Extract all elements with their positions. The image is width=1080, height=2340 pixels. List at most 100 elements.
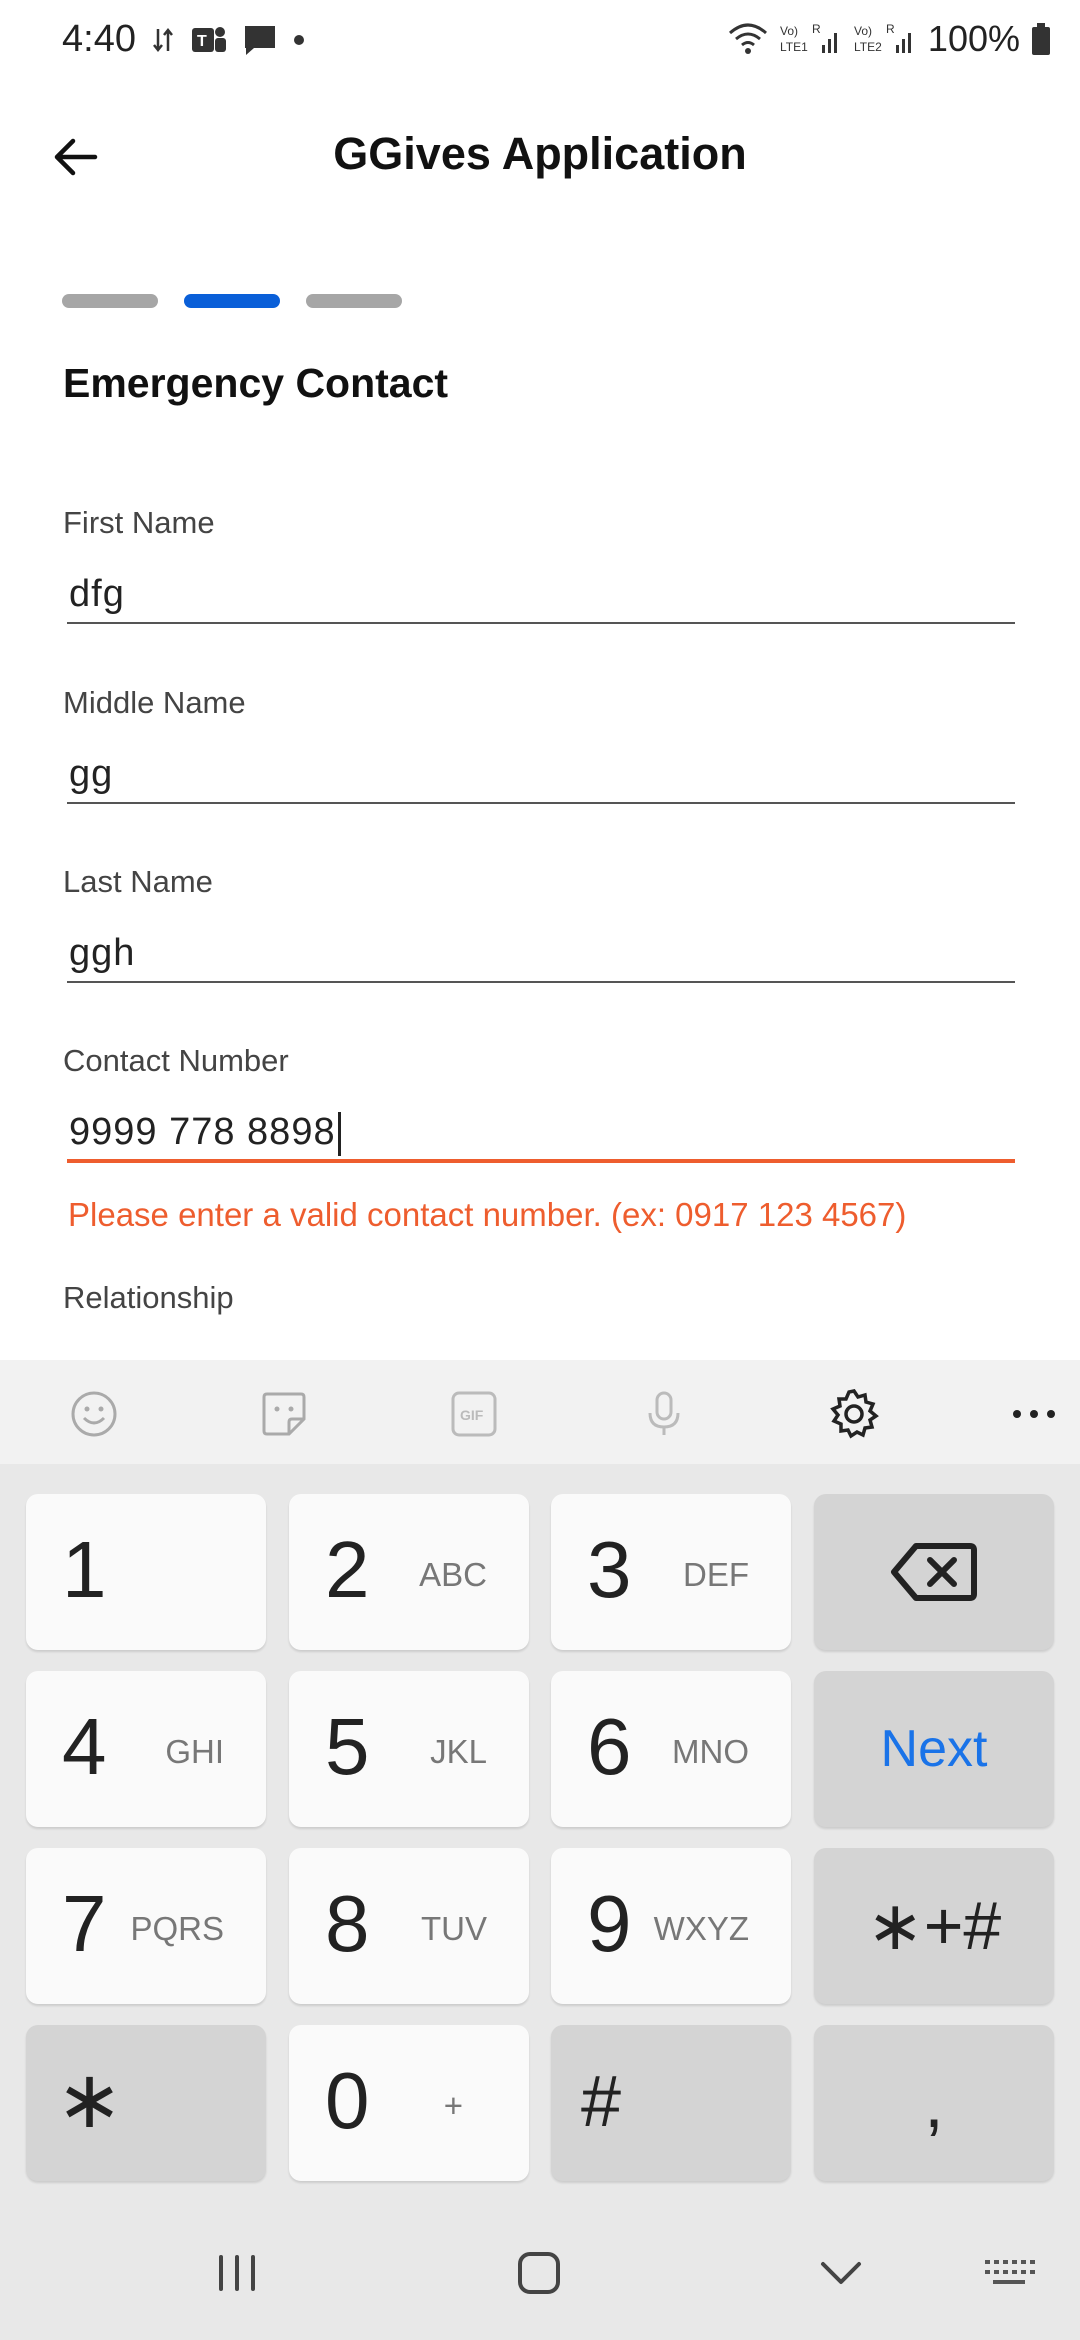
- key-7[interactable]: 7 PQRS: [26, 1848, 266, 2004]
- home-button[interactable]: [504, 2243, 574, 2303]
- data-transfer-icon: [153, 27, 173, 53]
- numeric-keyboard: GIF 1 2 ABC 3 DEF 4 GHI 5 JKL 6 MNO Next…: [0, 1360, 1080, 2340]
- middle-name-underline: [67, 802, 1015, 804]
- status-time: 4:40: [62, 18, 136, 60]
- key-5-digit: 5: [325, 1702, 370, 1791]
- key-0-plus: +: [443, 2087, 463, 2124]
- hash-key[interactable]: #: [551, 2025, 791, 2181]
- svg-text:Vo): Vo): [854, 24, 872, 38]
- home-icon: [518, 2252, 560, 2294]
- gif-button[interactable]: GIF: [444, 1384, 504, 1444]
- key-0[interactable]: 0 +: [289, 2025, 529, 2181]
- recent-apps-icon: [219, 2255, 255, 2291]
- middle-name-label: Middle Name: [63, 685, 246, 720]
- contact-number-underline: [67, 1159, 1015, 1163]
- hide-keyboard-button[interactable]: [806, 2243, 876, 2303]
- relationship-label: Relationship: [63, 1280, 234, 1315]
- backspace-key[interactable]: [814, 1494, 1054, 1650]
- step-indicator-1: [62, 294, 158, 308]
- key-3-digit: 3: [587, 1525, 632, 1614]
- recent-apps-button[interactable]: [202, 2243, 272, 2303]
- message-icon: [245, 26, 275, 55]
- key-8-letters: TUV: [421, 1910, 487, 1947]
- keyboard-icon: [985, 2260, 1035, 2284]
- middle-name-field[interactable]: Middle Name gg: [63, 685, 1015, 805]
- keyboard-switch-button[interactable]: [974, 2243, 1044, 2303]
- battery-percent: 100%: [927, 18, 1020, 59]
- key-8[interactable]: 8 TUV: [289, 1848, 529, 2004]
- sticker-button[interactable]: [254, 1384, 314, 1444]
- sticker-icon: [262, 1392, 306, 1436]
- dot-icon: [294, 35, 304, 45]
- more-icon: [1013, 1410, 1055, 1418]
- keyboard-settings-button[interactable]: [824, 1384, 884, 1444]
- section-title: Emergency Contact: [63, 360, 449, 406]
- key-3-letters: DEF: [683, 1556, 749, 1593]
- key-7-digit: 7: [62, 1879, 107, 1968]
- key-4[interactable]: 4 GHI: [26, 1671, 266, 1827]
- key-7-letters: PQRS: [130, 1910, 224, 1947]
- symbols-key[interactable]: ∗+#: [814, 1848, 1054, 2004]
- step-indicator-2-active: [184, 294, 280, 308]
- more-options-button[interactable]: [1004, 1384, 1064, 1444]
- first-name-label: First Name: [63, 505, 215, 540]
- symbols-key-label: ∗+#: [866, 1887, 1002, 1964]
- chevron-down-icon: [821, 2262, 861, 2284]
- last-name-input[interactable]: ggh: [69, 932, 135, 975]
- key-0-digit: 0: [325, 2056, 370, 2145]
- signal-sim1-icon: Vo) LTE1 R: [780, 22, 837, 54]
- star-key-label: ∗: [56, 2055, 124, 2144]
- svg-text:LTE2: LTE2: [854, 40, 882, 54]
- next-key[interactable]: Next: [814, 1671, 1054, 1827]
- key-4-digit: 4: [62, 1702, 107, 1791]
- status-bar: 4:40 T Vo) LTE1 R Vo) LTE2 R 100%: [0, 0, 1080, 84]
- key-6[interactable]: 6 MNO: [551, 1671, 791, 1827]
- first-name-underline: [67, 622, 1015, 624]
- last-name-underline: [67, 981, 1015, 983]
- svg-text:R: R: [812, 22, 821, 36]
- contact-number-error: Please enter a valid contact number. (ex…: [68, 1196, 907, 1233]
- key-9-digit: 9: [587, 1879, 632, 1968]
- key-2-digit: 2: [325, 1525, 370, 1614]
- hash-key-label: #: [581, 2062, 622, 2142]
- key-1[interactable]: 1: [26, 1494, 266, 1650]
- gif-label: GIF: [460, 1407, 484, 1423]
- comma-key-label: ,: [924, 2064, 944, 2142]
- key-6-digit: 6: [587, 1702, 632, 1791]
- progress-stepper: [62, 294, 402, 308]
- svg-text:Vo): Vo): [780, 24, 798, 38]
- key-5[interactable]: 5 JKL: [289, 1671, 529, 1827]
- key-3[interactable]: 3 DEF: [551, 1494, 791, 1650]
- microphone-icon: [648, 1391, 680, 1435]
- svg-text:LTE1: LTE1: [780, 40, 808, 54]
- settings-gear-icon: [830, 1389, 879, 1439]
- last-name-label: Last Name: [63, 864, 213, 899]
- svg-text:R: R: [886, 22, 895, 36]
- comma-key[interactable]: ,: [814, 2025, 1054, 2181]
- last-name-field[interactable]: Last Name ggh: [63, 864, 1015, 984]
- notification-icons: T: [152, 22, 306, 58]
- contact-number-label: Contact Number: [63, 1043, 289, 1078]
- star-key[interactable]: ∗: [26, 2025, 266, 2181]
- battery-icon: [1032, 23, 1050, 55]
- key-9[interactable]: 9 WXYZ: [551, 1848, 791, 2004]
- key-2-letters: ABC: [419, 1556, 487, 1593]
- keyboard-toolbar: GIF: [0, 1360, 1080, 1464]
- step-indicator-3: [306, 294, 402, 308]
- voice-input-button[interactable]: [634, 1384, 694, 1444]
- svg-text:T: T: [197, 33, 207, 50]
- key-2[interactable]: 2 ABC: [289, 1494, 529, 1650]
- key-6-letters: MNO: [672, 1733, 749, 1770]
- emoji-button[interactable]: [64, 1384, 124, 1444]
- key-4-letters: GHI: [165, 1733, 224, 1770]
- first-name-input[interactable]: dfg: [69, 573, 125, 616]
- next-key-label: Next: [880, 1720, 988, 1778]
- contact-number-field[interactable]: Contact Number 9999 778 8898: [63, 1043, 1015, 1167]
- key-9-letters: WXYZ: [653, 1910, 749, 1947]
- app-bar: GGives Application: [0, 100, 1080, 215]
- first-name-field[interactable]: First Name dfg: [63, 505, 1015, 625]
- middle-name-input[interactable]: gg: [69, 753, 113, 796]
- relationship-field[interactable]: Relationship: [63, 1280, 1013, 1340]
- contact-number-input[interactable]: 9999 778 8898: [69, 1111, 341, 1156]
- key-5-letters: JKL: [430, 1733, 487, 1770]
